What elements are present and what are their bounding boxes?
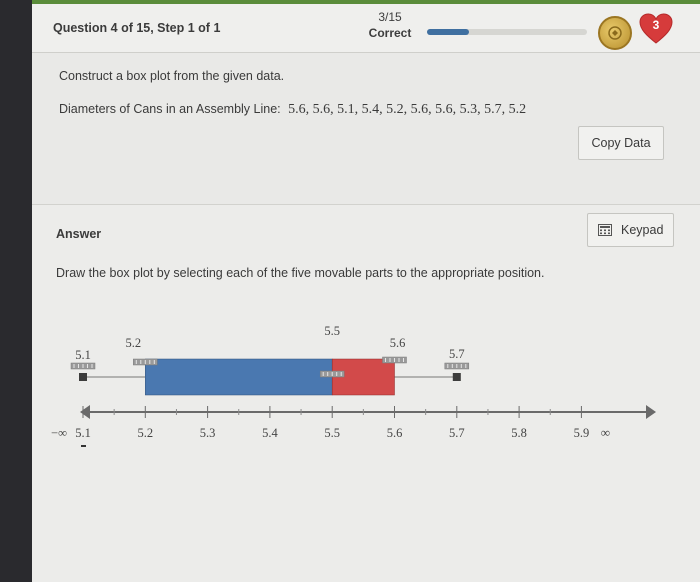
question-prompt: Construct a box plot from the given data… bbox=[59, 69, 285, 83]
axis-min-label: −∞ bbox=[51, 426, 67, 440]
axis-tick-label: 5.1 bbox=[75, 426, 91, 440]
axis-tick-label: 5.6 bbox=[387, 426, 403, 440]
app-window: Question 4 of 15, Step 1 of 1 3/15 Corre… bbox=[32, 0, 700, 582]
min-handle-label: 5.1 bbox=[75, 348, 91, 362]
q3-handle-label: 5.6 bbox=[390, 336, 406, 350]
question-title: Question 4 of 15, Step 1 of 1 bbox=[53, 21, 221, 35]
axis-left-arrow bbox=[80, 405, 90, 419]
score-label: Correct bbox=[368, 26, 412, 40]
box-lower-half bbox=[145, 358, 333, 396]
min-marker bbox=[79, 373, 87, 381]
box-plot-graph[interactable]: 5.1 5.2 5.3 5.4 5.5 5.6 5.7 5.8 5.9 −∞ ∞ 5.1 5.2 5.5 5… bbox=[32, 205, 700, 582]
q1-handle-label: 5.2 bbox=[125, 336, 141, 350]
data-set-values: 5.6, 5.6, 5.1, 5.4, 5.2, 5.6, 5.6, 5.3, … bbox=[288, 102, 527, 117]
axis-tick-label: 5.3 bbox=[200, 426, 216, 440]
axis-right-arrow bbox=[646, 405, 656, 419]
hearts-count: 3 bbox=[652, 18, 660, 32]
copy-data-button[interactable]: Copy Data bbox=[578, 126, 664, 160]
max-handle-label: 5.7 bbox=[449, 347, 465, 361]
axis-tick-label: 5.7 bbox=[449, 426, 465, 440]
score-fraction: 3/15 bbox=[378, 10, 402, 24]
coin-icon bbox=[608, 26, 622, 40]
data-set: Diameters of Cans in an Assembly Line: 5… bbox=[59, 102, 526, 118]
progress-bar-fill bbox=[427, 29, 469, 35]
max-marker bbox=[452, 373, 461, 381]
axis-tick-label: 5.8 bbox=[511, 426, 527, 440]
coin-badge[interactable] bbox=[598, 16, 632, 50]
hearts-badge: 3 bbox=[638, 12, 674, 46]
axis-tick-label: 5.5 bbox=[324, 426, 340, 440]
question-header: Question 4 of 15, Step 1 of 1 3/15 Corre… bbox=[32, 4, 700, 53]
axis-tick-label: 5.9 bbox=[574, 426, 590, 440]
score-display: 3/15 Correct bbox=[362, 10, 418, 40]
progress-bar bbox=[427, 29, 587, 35]
axis-tick-label: 5.4 bbox=[262, 426, 278, 440]
axis-tick-label: 5.2 bbox=[137, 426, 153, 440]
axis-max-label: ∞ bbox=[601, 425, 610, 440]
data-set-label: Diameters of Cans in an Assembly Line: bbox=[59, 102, 281, 116]
median-handle-label: 5.5 bbox=[324, 324, 340, 338]
answer-panel: Answer Keypad Draw the box plot by selec… bbox=[32, 204, 700, 582]
